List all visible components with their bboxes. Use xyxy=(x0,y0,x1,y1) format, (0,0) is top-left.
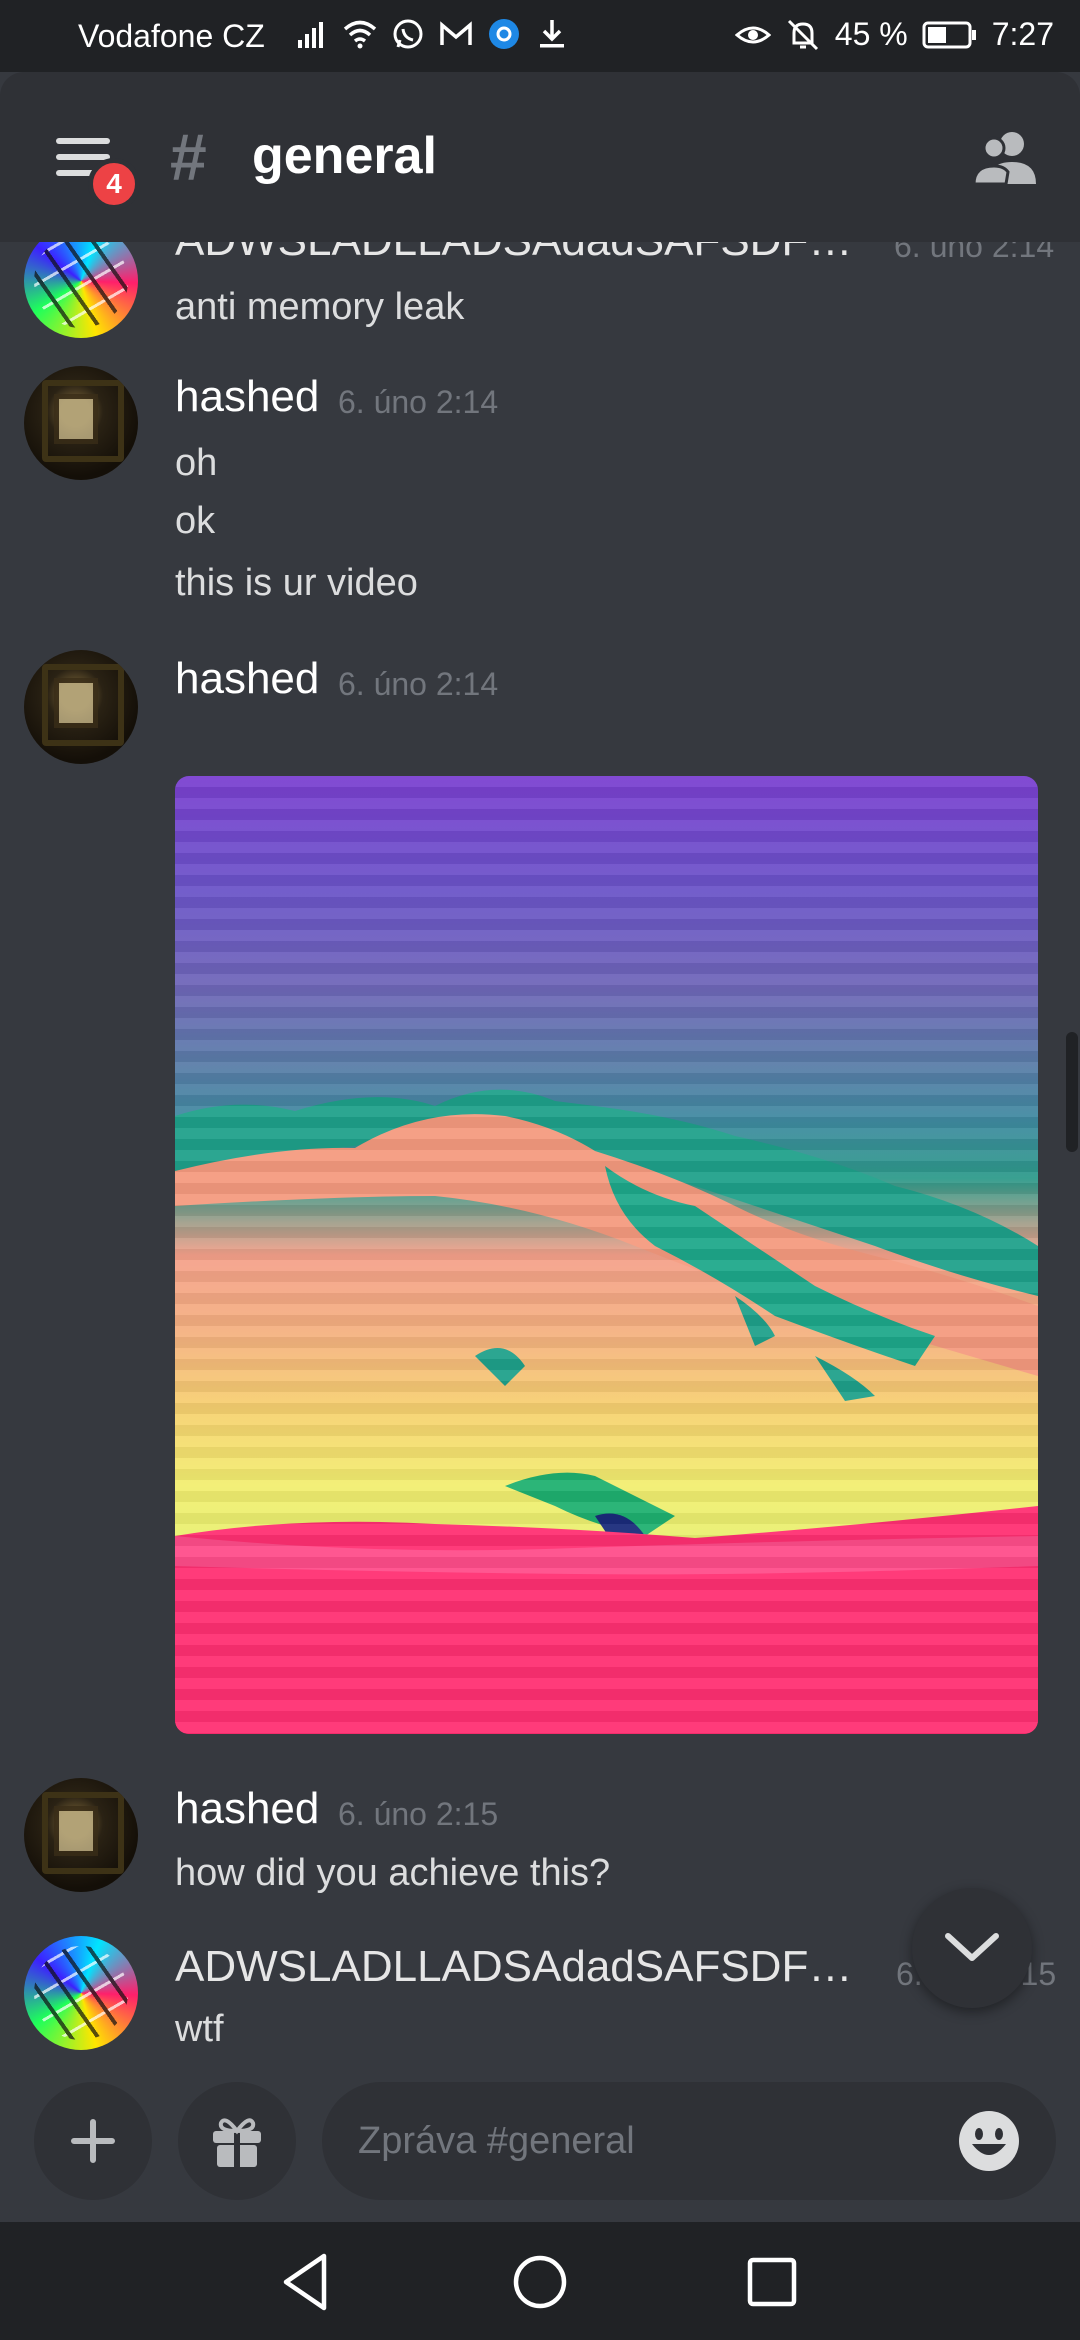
clock: 7:27 xyxy=(991,16,1054,52)
chevron-down-icon xyxy=(945,1933,999,1961)
members-icon xyxy=(972,132,1036,186)
message-composer xyxy=(0,2080,1080,2222)
status-icons-right: 45 % 7:27 xyxy=(734,16,1054,53)
message-text: this is ur video xyxy=(175,562,418,604)
whatsapp-icon xyxy=(393,19,423,49)
message-text: how did you achieve this? xyxy=(175,1852,611,1894)
message-input[interactable] xyxy=(358,2082,918,2200)
video-attachment[interactable] xyxy=(175,776,1038,1734)
wifi-icon xyxy=(343,20,377,49)
message-text: ok xyxy=(175,500,216,542)
avatar[interactable] xyxy=(24,242,138,338)
channel-title[interactable]: general xyxy=(252,126,437,186)
message-list[interactable]: ADWSLADLLADSAdadSAFSDF… 6. úno 2:14 anti… xyxy=(0,242,1080,2080)
eye-icon xyxy=(734,26,771,43)
message-text: wtf xyxy=(175,2008,224,2050)
channel-hash-icon: # xyxy=(170,120,207,194)
avatar[interactable] xyxy=(24,1936,138,2050)
scrollbar[interactable] xyxy=(1066,1032,1078,1152)
gmail-icon xyxy=(440,21,472,45)
recent-apps-icon[interactable] xyxy=(740,2250,804,2314)
jump-to-present-button[interactable] xyxy=(912,1888,1032,2008)
bell-off-icon xyxy=(787,19,818,50)
carrier-label: Vodafone CZ xyxy=(78,18,265,54)
plus-icon xyxy=(71,2119,115,2163)
message-timestamp: 6. úno 2:14 xyxy=(894,242,1055,264)
message-author[interactable]: hashed xyxy=(175,372,319,422)
message-timestamp: 6. úno 2:15 xyxy=(338,1796,499,1832)
message-author[interactable]: hashed xyxy=(175,654,319,704)
battery-percent: 45 % xyxy=(834,16,908,52)
add-attachment-button[interactable] xyxy=(34,2082,152,2200)
back-icon[interactable] xyxy=(276,2250,340,2314)
message-timestamp: 6. úno 2:14 xyxy=(338,666,499,702)
signal-icon xyxy=(298,22,323,48)
download-icon xyxy=(540,20,564,48)
message-author[interactable]: hashed xyxy=(175,1784,319,1834)
avatar[interactable] xyxy=(24,650,138,764)
emoji-icon xyxy=(959,2111,1019,2171)
members-button[interactable] xyxy=(970,128,1042,188)
status-icons-left xyxy=(294,16,570,52)
discord-app: Vodafone CZ 45 % 7:27 4 # general ADW xyxy=(0,0,1080,2340)
gift-button[interactable] xyxy=(178,2082,296,2200)
app-icon xyxy=(489,19,519,49)
message-text: oh xyxy=(175,442,218,484)
notification-badge: 4 xyxy=(88,158,140,210)
message-input-container xyxy=(322,2082,1056,2200)
message-text: anti memory leak xyxy=(175,286,465,328)
gift-icon xyxy=(213,2118,261,2167)
emoji-button[interactable] xyxy=(958,2110,1020,2172)
message-author[interactable]: ADWSLADLLADSAdadSAFSDF… xyxy=(175,1942,852,1992)
battery-icon xyxy=(922,21,976,48)
home-icon[interactable] xyxy=(508,2250,572,2314)
glitch-video-frame xyxy=(175,776,1038,1734)
message-author[interactable]: ADWSLADLLADSAdadSAFSDF… xyxy=(175,242,852,266)
system-navigation-bar xyxy=(0,2222,1080,2340)
status-bar: Vodafone CZ 45 % 7:27 xyxy=(0,0,1080,72)
avatar[interactable] xyxy=(24,1778,138,1892)
message-timestamp: 6. úno 2:14 xyxy=(338,384,499,420)
avatar[interactable] xyxy=(24,366,138,480)
channel-header xyxy=(0,70,1080,242)
